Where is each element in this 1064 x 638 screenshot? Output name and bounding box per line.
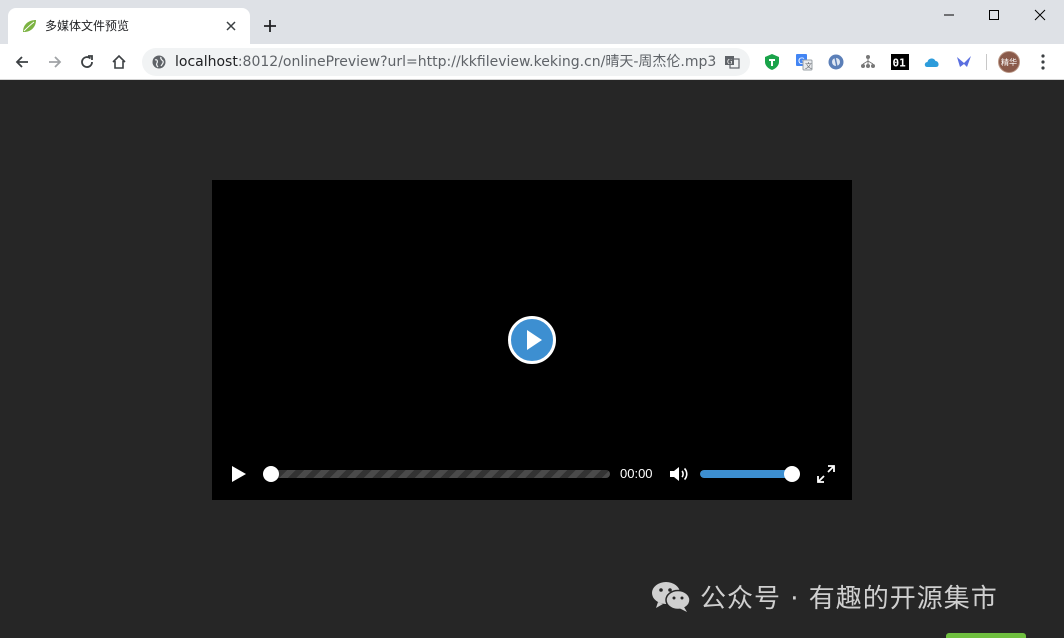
play-icon[interactable] [228, 464, 248, 484]
browser-tab[interactable]: 多媒体文件预览 [8, 8, 250, 44]
browser-toolbar: localhost:8012/onlinePreview?url=http://… [0, 44, 1064, 80]
video-player[interactable]: 00:00 [212, 180, 852, 500]
svg-text:文: 文 [805, 61, 812, 70]
cloud-icon[interactable] [923, 53, 941, 71]
fullscreen-icon[interactable] [816, 464, 836, 484]
progress-track[interactable] [264, 470, 610, 478]
bird-icon[interactable] [955, 53, 973, 71]
kebab-menu-icon [1041, 54, 1045, 70]
current-time: 00:00 [620, 466, 653, 481]
minimize-icon [944, 14, 954, 16]
shield-icon[interactable] [763, 53, 781, 71]
volume-track[interactable] [700, 470, 792, 478]
binary-01-icon[interactable]: 01 [891, 53, 909, 71]
minimize-button[interactable] [926, 0, 972, 30]
spring-leaf-icon [23, 20, 36, 32]
maximize-icon [989, 10, 999, 20]
toolbar-separator [986, 54, 987, 70]
url-text: localhost:8012/onlinePreview?url=http://… [175, 54, 717, 70]
address-bar[interactable]: localhost:8012/onlinePreview?url=http://… [142, 48, 750, 76]
home-button[interactable] [105, 48, 133, 76]
big-play-button[interactable] [508, 316, 556, 364]
forward-button[interactable] [41, 48, 69, 76]
reload-button[interactable] [73, 48, 101, 76]
reload-icon [81, 55, 93, 68]
maximize-button[interactable] [971, 0, 1017, 30]
svg-text:01: 01 [893, 57, 907, 70]
more-menu-button[interactable] [1034, 52, 1052, 72]
translate-icon[interactable]: G [724, 54, 740, 70]
tab-title: 多媒体文件预览 [45, 19, 130, 33]
close-icon [1034, 9, 1046, 21]
volume-icon[interactable] [668, 464, 690, 484]
arrow-left-icon [15, 56, 28, 68]
tab-close-icon[interactable] [222, 17, 240, 35]
wechat-icon [652, 582, 691, 612]
home-icon [112, 54, 126, 69]
watermark-text: 公众号 · 有趣的开源集市 [700, 583, 998, 614]
progress-thumb[interactable] [263, 466, 279, 482]
decorative-strip [946, 633, 1026, 638]
wechat-watermark: 公众号 · 有趣的开源集市 [628, 560, 1064, 632]
back-button[interactable] [8, 48, 36, 76]
new-tab-button[interactable] [258, 14, 282, 38]
profile-avatar[interactable]: 精华 [998, 51, 1020, 73]
arrow-right-icon [49, 56, 62, 68]
plus-icon [264, 20, 276, 32]
close-window-button[interactable] [1017, 0, 1063, 30]
globe-icon [152, 55, 166, 69]
volume-fill [700, 470, 792, 478]
volume-thumb[interactable] [784, 466, 800, 482]
o-icon[interactable] [827, 53, 845, 71]
tree-icon[interactable] [859, 53, 877, 71]
tab-strip: 多媒体文件预览 [0, 0, 1064, 44]
google-translate-icon[interactable]: G文 [795, 53, 813, 71]
